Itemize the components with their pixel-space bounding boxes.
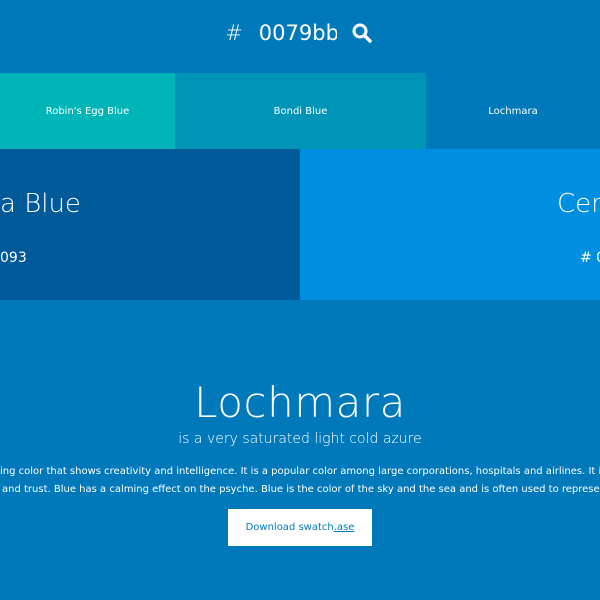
download-ext-link[interactable]: .ase xyxy=(334,522,355,533)
color-description-line-2: and trust. Blue has a calming effect on … xyxy=(0,484,600,495)
similar-color-label: Robin's Egg Blue xyxy=(45,105,130,117)
color-page: # Robin's Egg Blue Bondi Blue Lochmara a… xyxy=(0,0,600,600)
hex-search-input[interactable] xyxy=(258,21,337,45)
color-title: Lochmara xyxy=(194,378,406,427)
similar-colors-strip: Robin's Egg Blue Bondi Blue Lochmara xyxy=(0,73,600,149)
download-swatch-button[interactable]: Download swatch .ase xyxy=(228,509,372,546)
similar-color-lochmara[interactable]: Lochmara xyxy=(426,73,600,149)
header: # xyxy=(0,0,600,73)
similar-color-label: Lochmara xyxy=(488,105,538,117)
color-subtitle: is a very saturated light cold azure xyxy=(178,431,422,447)
hex-search-bar: # xyxy=(0,20,600,46)
big-swatch-row: a Blue 093 Cer # 0 xyxy=(0,149,600,300)
color-description-line-1: ing color that shows creativity and inte… xyxy=(0,466,600,477)
similar-color-bondi-blue[interactable]: Bondi Blue xyxy=(175,73,426,149)
big-swatch-right[interactable]: Cer # 0 xyxy=(300,149,600,300)
big-swatch-hex: # 0 xyxy=(580,250,600,266)
similar-color-robins-egg-blue[interactable]: Robin's Egg Blue xyxy=(0,73,175,149)
big-swatch-hex: 093 xyxy=(0,250,27,266)
big-swatch-name: a Blue xyxy=(0,189,81,219)
description-text: and trust. Blue has a calming effect on … xyxy=(2,484,600,495)
description-text: ing color that shows creativity and inte… xyxy=(0,466,600,477)
big-swatch-name: Cer xyxy=(557,189,600,219)
download-label: Download swatch xyxy=(245,522,334,533)
big-swatch-left[interactable]: a Blue 093 xyxy=(0,149,300,300)
search-icon[interactable] xyxy=(349,20,375,46)
similar-color-label: Bondi Blue xyxy=(273,105,328,117)
hex-hash-label: # xyxy=(225,21,243,45)
